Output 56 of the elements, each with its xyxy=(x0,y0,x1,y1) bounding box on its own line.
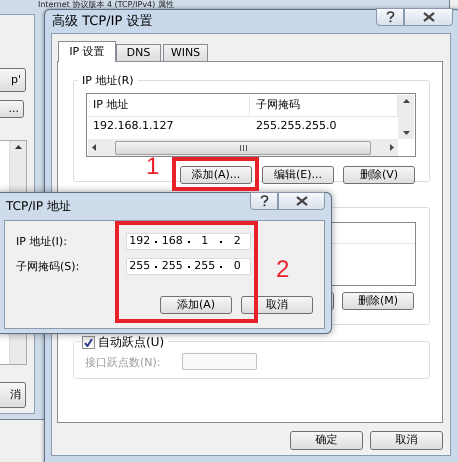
table-cell-text: 255.255.255.0 xyxy=(255,118,338,134)
column-header[interactable]: 子网掩码 xyxy=(251,95,398,117)
field-value: 255 xyxy=(128,258,152,274)
input-field[interactable] xyxy=(182,353,257,370)
field-value: 1 xyxy=(200,233,210,250)
scroll-up-icon xyxy=(402,99,410,103)
scroll-right-icon xyxy=(390,144,394,151)
dialog-button[interactable]: 添加(A) xyxy=(160,296,232,314)
tab[interactable]: WINS xyxy=(163,44,208,61)
window-button[interactable]: ... xyxy=(0,100,24,118)
close-icon xyxy=(296,196,308,206)
field-value: 168 xyxy=(160,233,184,250)
dialog-title: TCP/IP 地址 xyxy=(6,198,71,215)
close-button[interactable] xyxy=(278,192,325,210)
window-title: Internet 协议版本 4 (TCP/IPv4) 属性 xyxy=(38,0,174,9)
field-label: 接口跃点数(N): xyxy=(85,355,161,371)
help-button[interactable] xyxy=(376,8,404,26)
checkbox[interactable] xyxy=(82,336,95,348)
scroll-thumb[interactable] xyxy=(115,140,371,154)
field-value: 255 xyxy=(193,258,216,274)
field-value: 0 xyxy=(232,258,242,274)
scroll-up-icon xyxy=(14,145,22,149)
field-value: 192 xyxy=(128,233,152,250)
annotation-number: 2 xyxy=(276,256,290,284)
field-label: IP 地址(I): xyxy=(16,234,67,250)
field-value: 255 xyxy=(160,258,184,274)
tab[interactable]: IP 设置 xyxy=(58,41,116,62)
close-icon xyxy=(422,12,434,22)
dialog-button[interactable]: 删除(M) xyxy=(342,292,414,310)
field-label: 子网掩码(S): xyxy=(16,259,80,275)
ip-address-field[interactable]: 192 168 1 2 xyxy=(126,233,251,250)
table-cell-text: 192.168.1.127 xyxy=(92,118,174,134)
close-button[interactable] xyxy=(404,8,453,26)
dialog-button[interactable]: 取消 xyxy=(241,296,313,314)
help-icon xyxy=(386,11,394,23)
cancel-button[interactable]: 消 xyxy=(0,382,26,408)
scroll-left-icon xyxy=(92,144,96,151)
tab[interactable]: DNS xyxy=(116,44,161,61)
dialog-title: 高级 TCP/IP 设置 xyxy=(52,13,152,31)
scroll-bar[interactable] xyxy=(398,95,414,139)
ip-address-field[interactable]: 255 255 255 0 xyxy=(126,258,251,275)
column-header[interactable]: IP 地址 xyxy=(88,95,250,117)
help-button[interactable] xyxy=(250,192,278,210)
scroll-bar[interactable] xyxy=(88,139,398,156)
grip-icon xyxy=(240,144,246,150)
dialog-button[interactable]: 编辑(E)... xyxy=(262,166,334,184)
dialog-button[interactable]: 添加(A)... xyxy=(180,166,252,184)
help-icon xyxy=(260,195,268,207)
annotation-number: 1 xyxy=(146,153,160,181)
checkbox-label: 自动跃点(U) xyxy=(98,334,164,351)
scroll-down-icon xyxy=(402,131,410,135)
field-value: 2 xyxy=(232,233,242,250)
dialog-button[interactable]: 确定 xyxy=(290,431,363,450)
window-button[interactable]: p' xyxy=(0,68,26,92)
dialog-button[interactable]: 删除(V) xyxy=(343,166,415,184)
dialog-button[interactable]: 取消 xyxy=(370,431,443,450)
